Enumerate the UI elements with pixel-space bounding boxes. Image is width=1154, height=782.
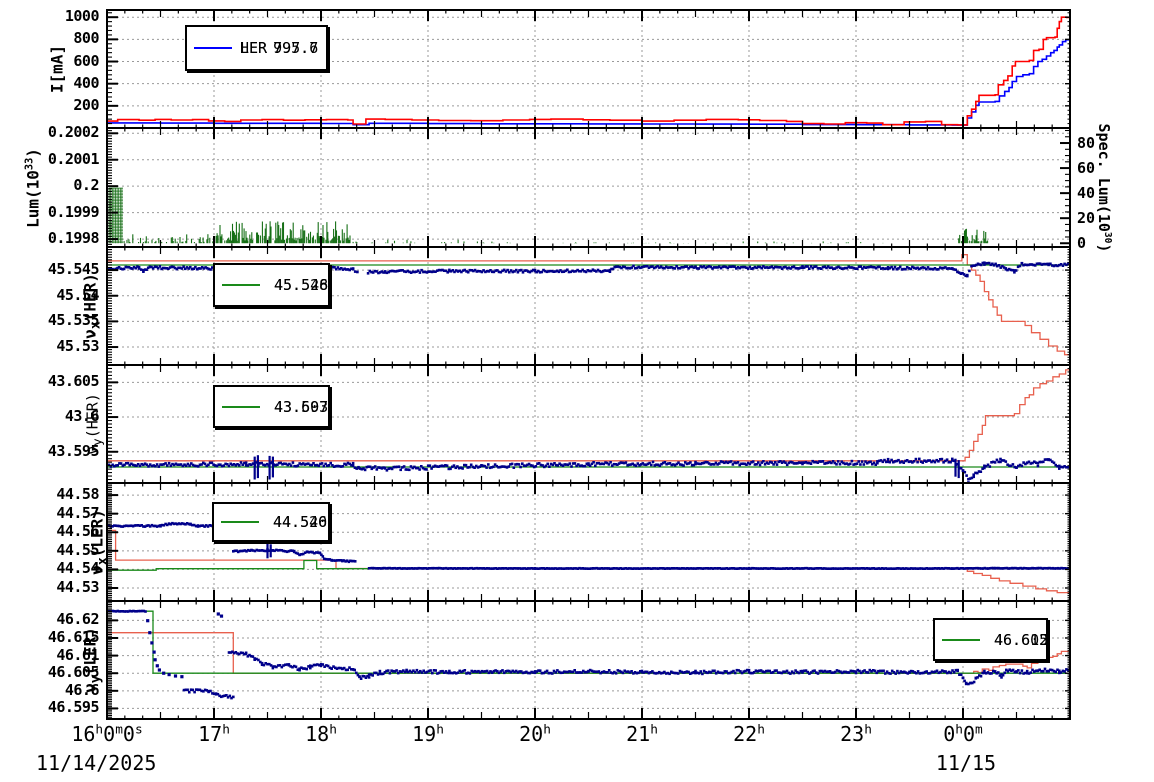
axes: [107, 601, 1070, 719]
plot-canvas: [0, 0, 1154, 782]
x-tick-label: 23h: [840, 722, 872, 746]
x-tick-label: 21h: [626, 722, 658, 746]
panel-frame: [107, 483, 1070, 601]
legend-entry-value: 45.546: [274, 276, 328, 294]
right-ytick-label: 40: [1077, 184, 1095, 202]
ytick-label: 0.2002: [12, 123, 99, 141]
axis-title-nu-y-her: νy(HER): [84, 393, 105, 455]
legend-entry: 44.540: [221, 513, 327, 531]
ytick-label: 44.56: [12, 522, 99, 540]
x-tick-label: 18h: [305, 722, 337, 746]
ytick-label: 44.54: [12, 559, 99, 577]
axis-title-nu-y-ler: νy(LER): [80, 627, 103, 693]
ytick-label: 46.595: [12, 698, 99, 716]
legend-nu-y-ler: 46.61246.605: [933, 618, 1048, 661]
ytick-label: 1000: [12, 7, 99, 25]
legend-entry: 43.593: [222, 398, 328, 416]
ytick-label: 0.1998: [12, 229, 99, 247]
date-label-left: 11/14/2025: [36, 751, 156, 775]
series-layer: [107, 610, 1071, 700]
ytick-label: 43.605: [12, 372, 99, 390]
legend-nu-x-ler: 44.52644.540: [212, 502, 330, 542]
panel-frame: [107, 128, 1070, 247]
panel-frame: [107, 601, 1070, 719]
x-tick-label: 19h: [412, 722, 444, 746]
legend-entry-value: 43.593: [274, 398, 328, 416]
panel-nu-x-ler: [107, 483, 1071, 601]
ytick-label: 44.58: [12, 485, 99, 503]
axis-title-nu-x-her: νx(HER): [80, 273, 103, 339]
legend-line-sample: [942, 639, 980, 641]
series-nu-y-ler-measured-low: [183, 688, 235, 699]
legend-entry: HER 795.6: [194, 39, 318, 57]
axis-title-beam-current: I[mA]: [48, 45, 67, 93]
panel-nu-y-ler: [107, 601, 1071, 719]
legend-entry: 45.546: [222, 276, 328, 294]
ytick-label: 44.55: [12, 541, 99, 559]
legend-line-sample: [222, 406, 260, 408]
series-nu-y-ler-measured-fall: [146, 612, 223, 678]
gridlines: [107, 128, 1070, 247]
legend-nu-y-her: 43.60743.593: [213, 385, 330, 428]
right-ytick-label: 20: [1077, 209, 1095, 227]
x-tick-label: 17h: [198, 722, 230, 746]
legend-line-sample: [221, 521, 259, 523]
legend-entry-value: 44.540: [273, 513, 327, 531]
panel-luminosity: [107, 128, 1070, 247]
ytick-label: 44.57: [12, 504, 99, 522]
legend-line-sample: [194, 47, 232, 49]
legend-entry-value: 46.605: [994, 631, 1048, 649]
axes: [107, 128, 1070, 247]
legend-entry-value: 795.6: [273, 39, 318, 57]
root-canvas: 2004006008001000I[mA]LER997.7HER795.6020…: [0, 0, 1154, 782]
x-tick-label: 16h0m0s: [71, 722, 142, 746]
date-label-right: 11/15: [936, 751, 996, 775]
series-nu-y-ler-ref: [107, 633, 1070, 674]
right-ytick-label: 80: [1077, 134, 1095, 152]
series-nu-x-ler-measured-flat: [368, 567, 1071, 570]
series-nu-y-ler-measured-top: [108, 610, 147, 613]
legend-entry: 46.605: [942, 631, 1048, 649]
axis-title-nu-x-ler: νx(LER): [87, 509, 110, 575]
right-ytick-label: 0: [1077, 234, 1086, 252]
x-tick-label: 0h0m: [943, 722, 983, 746]
legend-line-sample: [222, 284, 260, 286]
ytick-label: 45.53: [12, 337, 99, 355]
x-tick-label: 20h: [519, 722, 551, 746]
ytick-label: 44.53: [12, 578, 99, 596]
legend-entry-label: HER: [240, 39, 267, 57]
axes: [107, 483, 1070, 601]
right-ytick-label: 60: [1077, 159, 1095, 177]
legend-beam-current: LER997.7HER795.6: [185, 25, 328, 71]
ytick-label: 200: [12, 96, 99, 114]
legend-nu-x-her: 45.52845.546: [213, 263, 330, 307]
ytick-label: 46.62: [12, 610, 99, 628]
right-axis-title: Spec. Lum(1030): [1095, 124, 1113, 253]
axis-title-luminosity: Lum(1033): [23, 148, 42, 228]
gridlines: [107, 601, 1070, 719]
gridlines: [107, 483, 1070, 601]
x-tick-label: 22h: [733, 722, 765, 746]
